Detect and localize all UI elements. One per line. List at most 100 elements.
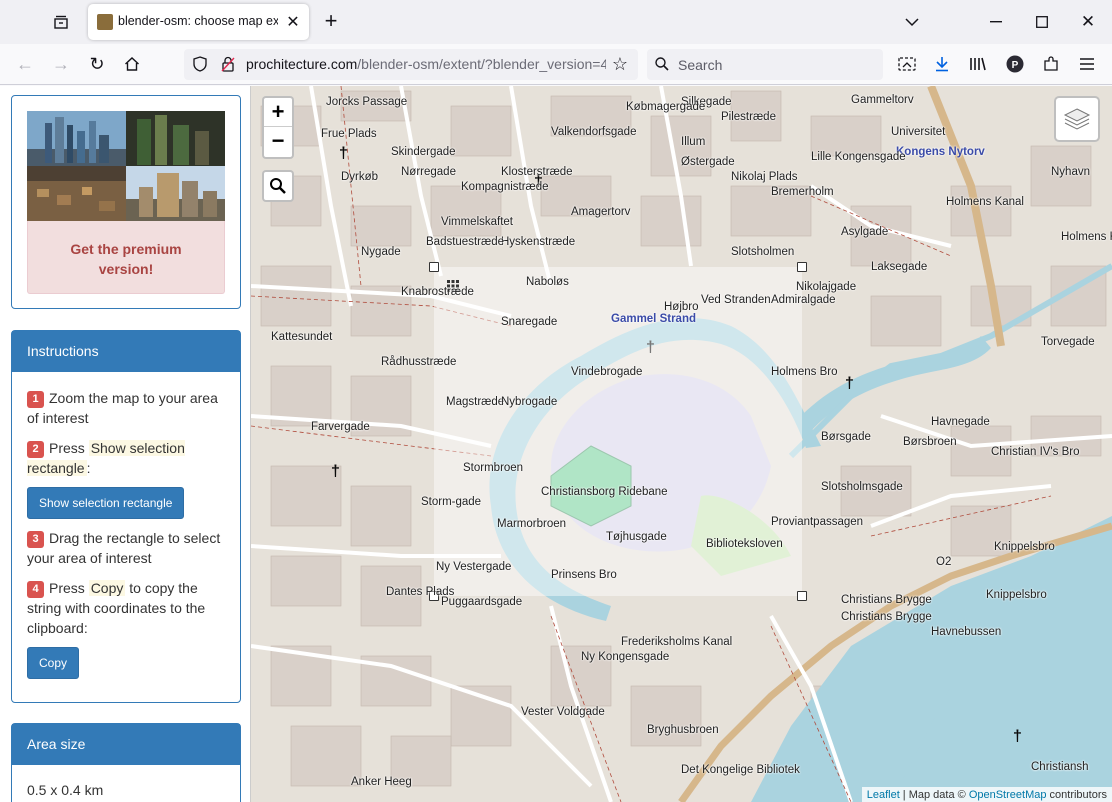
back-arrow-icon[interactable]: ←	[14, 53, 36, 75]
map-label: Christiansborg Ridebane	[541, 486, 668, 498]
selection-handle-top-left[interactable]	[429, 262, 439, 272]
forward-arrow-icon[interactable]: →	[50, 53, 72, 75]
map-label: Tøjhusgade	[606, 531, 667, 543]
instructions-panel: Instructions 1 Zoom the map to your area …	[11, 330, 241, 703]
map-label: Rådhusstræde	[381, 356, 457, 368]
svg-text:†: †	[339, 145, 348, 162]
close-window-icon[interactable]: ✕	[1077, 11, 1099, 33]
map-label: Pilestræde	[721, 111, 776, 123]
map-label: Amagertorv	[571, 206, 631, 218]
url-domain: prochitecture.com	[246, 56, 358, 72]
svg-text:P: P	[1012, 60, 1019, 71]
map-label: Jorcks Passage	[326, 96, 408, 108]
map-label: Stormbroen	[463, 462, 524, 474]
map-label: Valkendorfsgade	[551, 126, 637, 138]
bookmark-star-icon[interactable]: ☆	[610, 54, 630, 74]
home-icon[interactable]	[121, 53, 143, 75]
map-label: O2	[936, 556, 952, 568]
map-label: Ved Stranden	[701, 294, 771, 306]
map-label: Ny Kongensgade	[581, 651, 670, 663]
step-2-text: Press	[49, 440, 85, 456]
map-label: Knippelsbro	[986, 589, 1047, 601]
minimize-icon[interactable]	[985, 12, 1007, 32]
step-4-text: Press	[49, 580, 85, 596]
new-tab-button[interactable]: +	[320, 8, 342, 33]
search-input[interactable]: Search	[647, 49, 883, 80]
download-icon[interactable]	[931, 53, 953, 75]
map-label: Børsbroen	[903, 436, 957, 448]
map-label: Admiralgade	[771, 294, 836, 306]
show-selection-rectangle-button[interactable]: Show selection rectangle	[27, 487, 185, 519]
step-2-suffix: :	[86, 460, 91, 476]
instructions-title: Instructions	[12, 331, 240, 372]
map-view[interactable]: † † † † † † Gammel Strand Højbro Holmens Bro Bør…	[251, 86, 1112, 802]
map-label: Universitet	[891, 126, 946, 138]
map-attribution: Leaflet | Map data © OpenStreetMap contr…	[861, 787, 1112, 802]
copy-button[interactable]: Copy	[27, 647, 80, 679]
layers-button[interactable]	[1054, 96, 1100, 142]
map-search-button[interactable]	[262, 170, 294, 202]
map-label: Lille Kongensgade	[811, 151, 906, 163]
url-text: prochitecture.com/blender-osm/extent/?bl…	[246, 56, 606, 72]
openstreetmap-link[interactable]: OpenStreetMap	[969, 789, 1047, 801]
leaflet-link[interactable]: Leaflet	[867, 789, 900, 801]
map-label: Nørregade	[401, 166, 456, 178]
hamburger-menu-icon[interactable]	[1076, 53, 1098, 75]
map-label: Østergade	[681, 156, 735, 168]
magnifier-icon	[270, 178, 286, 194]
sidebar: Get the premium version! Instructions 1Z…	[0, 86, 251, 802]
tab-list-icon[interactable]	[50, 12, 72, 32]
account-avatar-icon[interactable]: P	[1004, 53, 1026, 75]
map-label: Dantes Plads	[386, 586, 455, 598]
map-label: Holmens Bro	[771, 366, 838, 378]
map-label: Slotsholmen	[731, 246, 795, 258]
map-label: Bremerholm	[771, 186, 834, 198]
step-2: 2 Press Show selection rectangle:	[27, 438, 232, 478]
zoom-in-button[interactable]: +	[264, 98, 292, 127]
map-label: Skindergade	[391, 146, 456, 158]
lock-icon[interactable]	[218, 54, 238, 74]
map-label: Farvergade	[311, 421, 370, 433]
premium-label: Get the premium version!	[70, 241, 182, 277]
map-label: Klosterstræde	[501, 166, 573, 178]
map-label: Marmorbroen	[497, 518, 567, 530]
map-label: Magstræde	[446, 396, 505, 408]
map-label: Badstuestræde	[426, 236, 504, 248]
map-label: Vindebrogade	[571, 366, 643, 378]
map-label: Vimmelskaftet	[441, 216, 514, 228]
area-size-value: 0.5 x 0.4 km	[27, 782, 104, 798]
map-label: Havnebussen	[931, 626, 1002, 638]
map-label: Torvegade	[1041, 336, 1095, 348]
step-2-number: 2	[27, 441, 44, 458]
zoom-out-button[interactable]: −	[264, 127, 292, 156]
svg-text:†: †	[1013, 728, 1022, 745]
close-tab-icon[interactable]: ✕	[284, 13, 302, 31]
map-label: Ny Vestergade	[436, 561, 512, 573]
map-label: Børsgade	[821, 431, 871, 443]
shield-icon[interactable]	[190, 54, 210, 74]
url-bar[interactable]: prochitecture.com/blender-osm/extent/?bl…	[184, 49, 638, 80]
map-label: Storm-gade	[421, 496, 482, 508]
selection-handle-top-right[interactable]	[797, 262, 807, 272]
reload-icon[interactable]: ↻	[86, 53, 108, 75]
map-label: Nygade	[361, 246, 401, 258]
premium-thumbnails[interactable]	[27, 111, 225, 221]
selection-handle-bottom-right[interactable]	[797, 591, 807, 601]
svg-text:†: †	[331, 463, 340, 480]
map-label: Holmens Kanal	[946, 196, 1024, 208]
library-icon[interactable]	[967, 53, 989, 75]
extensions-puzzle-icon[interactable]	[1040, 53, 1062, 75]
attribution-text: | Map data ©	[899, 789, 969, 801]
screenshot-icon[interactable]	[896, 53, 918, 75]
step-3-number: 3	[27, 531, 44, 548]
map-label: Hyskenstræde	[501, 236, 576, 248]
maximize-icon[interactable]	[1031, 12, 1053, 32]
premium-version-link[interactable]: Get the premium version!	[27, 221, 225, 294]
map-label: Knabrostræde	[401, 286, 474, 298]
tab-overflow-chevron-icon[interactable]	[902, 12, 922, 32]
map-label: Frederiksholms Kanal	[621, 636, 733, 648]
map-label: Bryghusbroen	[647, 724, 719, 736]
map-label: Biblioteksloven	[706, 538, 783, 550]
active-tab[interactable]: blender-osm: choose map extent ✕	[88, 4, 309, 40]
map-label: Snaregade	[501, 316, 558, 328]
